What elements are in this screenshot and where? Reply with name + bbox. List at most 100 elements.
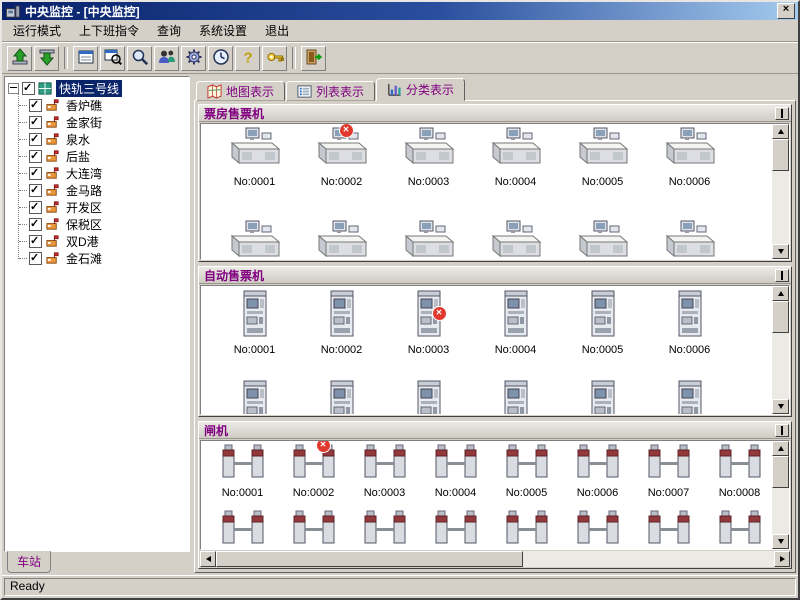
scrollbar-track[interactable] [772,139,789,244]
section-maximize-button[interactable] [775,424,789,437]
tree-item[interactable]: 双D港 [14,233,189,250]
scroll-right-button[interactable] [774,551,790,567]
toolbar-button-search-window[interactable] [100,46,125,71]
machine-item[interactable] [298,380,385,415]
tree-item[interactable]: 香炉礁 [14,97,189,114]
machine-item[interactable]: No:0006 [646,290,733,356]
checkbox-checked-icon[interactable] [29,235,42,248]
vertical-scrollbar[interactable] [772,286,789,414]
close-button[interactable]: × [777,3,795,19]
scrollbar-thumb[interactable] [772,301,789,333]
machine-item[interactable] [472,380,559,415]
machine-item[interactable]: No:0004 [420,443,491,499]
tree-root[interactable]: 快轨三号线 [8,80,189,97]
scrollbar-thumb[interactable] [216,551,523,567]
tab-chart[interactable]: 分类表示 [376,78,465,101]
machine-item[interactable] [385,380,472,415]
menu-item-3[interactable]: 系统设置 [190,20,256,41]
tab-list[interactable]: 列表表示 [286,81,375,101]
machine-item[interactable]: No:0004 [472,126,559,188]
machine-item[interactable]: No:0016 [704,509,775,550]
scroll-left-button[interactable] [200,551,216,567]
machine-item[interactable] [211,219,298,260]
vertical-scrollbar[interactable] [772,441,789,549]
toolbar-button-exit[interactable] [301,46,326,71]
scroll-down-button[interactable] [772,399,789,414]
toolbar-button-report[interactable] [73,46,98,71]
machine-item[interactable] [472,219,559,260]
toolbar-button-users[interactable] [154,46,179,71]
machine-item[interactable]: No:0001 [211,126,298,188]
tab-station[interactable]: 车站 [7,551,51,573]
checkbox-checked-icon[interactable] [29,184,42,197]
machine-item[interactable]: No:0004 [472,290,559,356]
machine-item[interactable]: No:0003 [349,443,420,499]
scrollbar-track[interactable] [216,551,774,567]
section-maximize-button[interactable] [775,107,789,120]
machine-item[interactable] [559,219,646,260]
checkbox-checked-icon[interactable] [29,150,42,163]
toolbar-button-run-start[interactable] [7,46,32,71]
checkbox-checked-icon[interactable] [29,167,42,180]
scrollbar-thumb[interactable] [772,456,789,488]
checkbox-checked-icon[interactable] [22,82,35,95]
checkbox-checked-icon[interactable] [29,99,42,112]
machine-item[interactable]: No:0003 [385,126,472,188]
machine-item[interactable] [211,380,298,415]
tree-item[interactable]: 金石滩 [14,250,189,267]
machine-item[interactable]: No:0012 [420,509,491,550]
tab-map[interactable]: 地图表示 [196,81,285,101]
tree-item[interactable]: 大连湾 [14,165,189,182]
machine-item[interactable] [646,380,733,415]
toolbar-button-run-stop[interactable] [34,46,59,71]
machine-item[interactable] [298,219,385,260]
machine-item[interactable]: No:0007 [633,443,704,499]
tree-item[interactable]: 后盐 [14,148,189,165]
machine-item[interactable] [385,219,472,260]
tree-item[interactable]: 保税区 [14,216,189,233]
checkbox-checked-icon[interactable] [29,201,42,214]
checkbox-checked-icon[interactable] [29,116,42,129]
menu-item-2[interactable]: 查询 [148,20,190,41]
toolbar-button-query[interactable] [127,46,152,71]
machine-item[interactable]: No:0005 [559,126,646,188]
machine-item[interactable]: No:0011 [349,509,420,550]
machine-item[interactable] [559,380,646,415]
scroll-up-button[interactable] [772,124,789,139]
tree-item[interactable]: 泉水 [14,131,189,148]
machine-item[interactable] [646,219,733,260]
vertical-scrollbar[interactable] [772,124,789,259]
checkbox-checked-icon[interactable] [29,133,42,146]
tree-item[interactable]: 金马路 [14,182,189,199]
scrollbar-thumb[interactable] [772,139,789,171]
machine-item[interactable]: No:0015 [633,509,704,550]
machine-item[interactable]: ✕No:0002 [278,443,349,499]
scroll-down-button[interactable] [772,244,789,259]
menu-item-0[interactable]: 运行模式 [4,20,70,41]
machine-item[interactable]: No:0005 [559,290,646,356]
toolbar-button-settings[interactable] [181,46,206,71]
toolbar-button-help[interactable]: ? [235,46,260,71]
scrollbar-track[interactable] [772,456,789,534]
section-maximize-button[interactable] [775,269,789,282]
toolbar-button-clock[interactable] [208,46,233,71]
machine-item[interactable]: No:0001 [207,443,278,499]
machine-item[interactable]: No:0009 [207,509,278,550]
scroll-up-button[interactable] [772,286,789,301]
scroll-up-button[interactable] [772,441,789,456]
machine-item[interactable]: ✕No:0002 [298,126,385,188]
expand-collapse-icon[interactable] [8,83,19,94]
machine-item[interactable]: No:0002 [298,290,385,356]
checkbox-checked-icon[interactable] [29,252,42,265]
machine-item[interactable]: No:0010 [278,509,349,550]
checkbox-checked-icon[interactable] [29,218,42,231]
tree-item[interactable]: 开发区 [14,199,189,216]
machine-item[interactable]: No:0006 [646,126,733,188]
menu-item-4[interactable]: 退出 [256,20,298,41]
machine-item[interactable]: ✕No:0003 [385,290,472,356]
scrollbar-track[interactable] [772,301,789,399]
machine-item[interactable]: No:0005 [491,443,562,499]
horizontal-scrollbar[interactable] [200,551,790,567]
tree-item[interactable]: 金家街 [14,114,189,131]
scroll-down-button[interactable] [772,534,789,549]
